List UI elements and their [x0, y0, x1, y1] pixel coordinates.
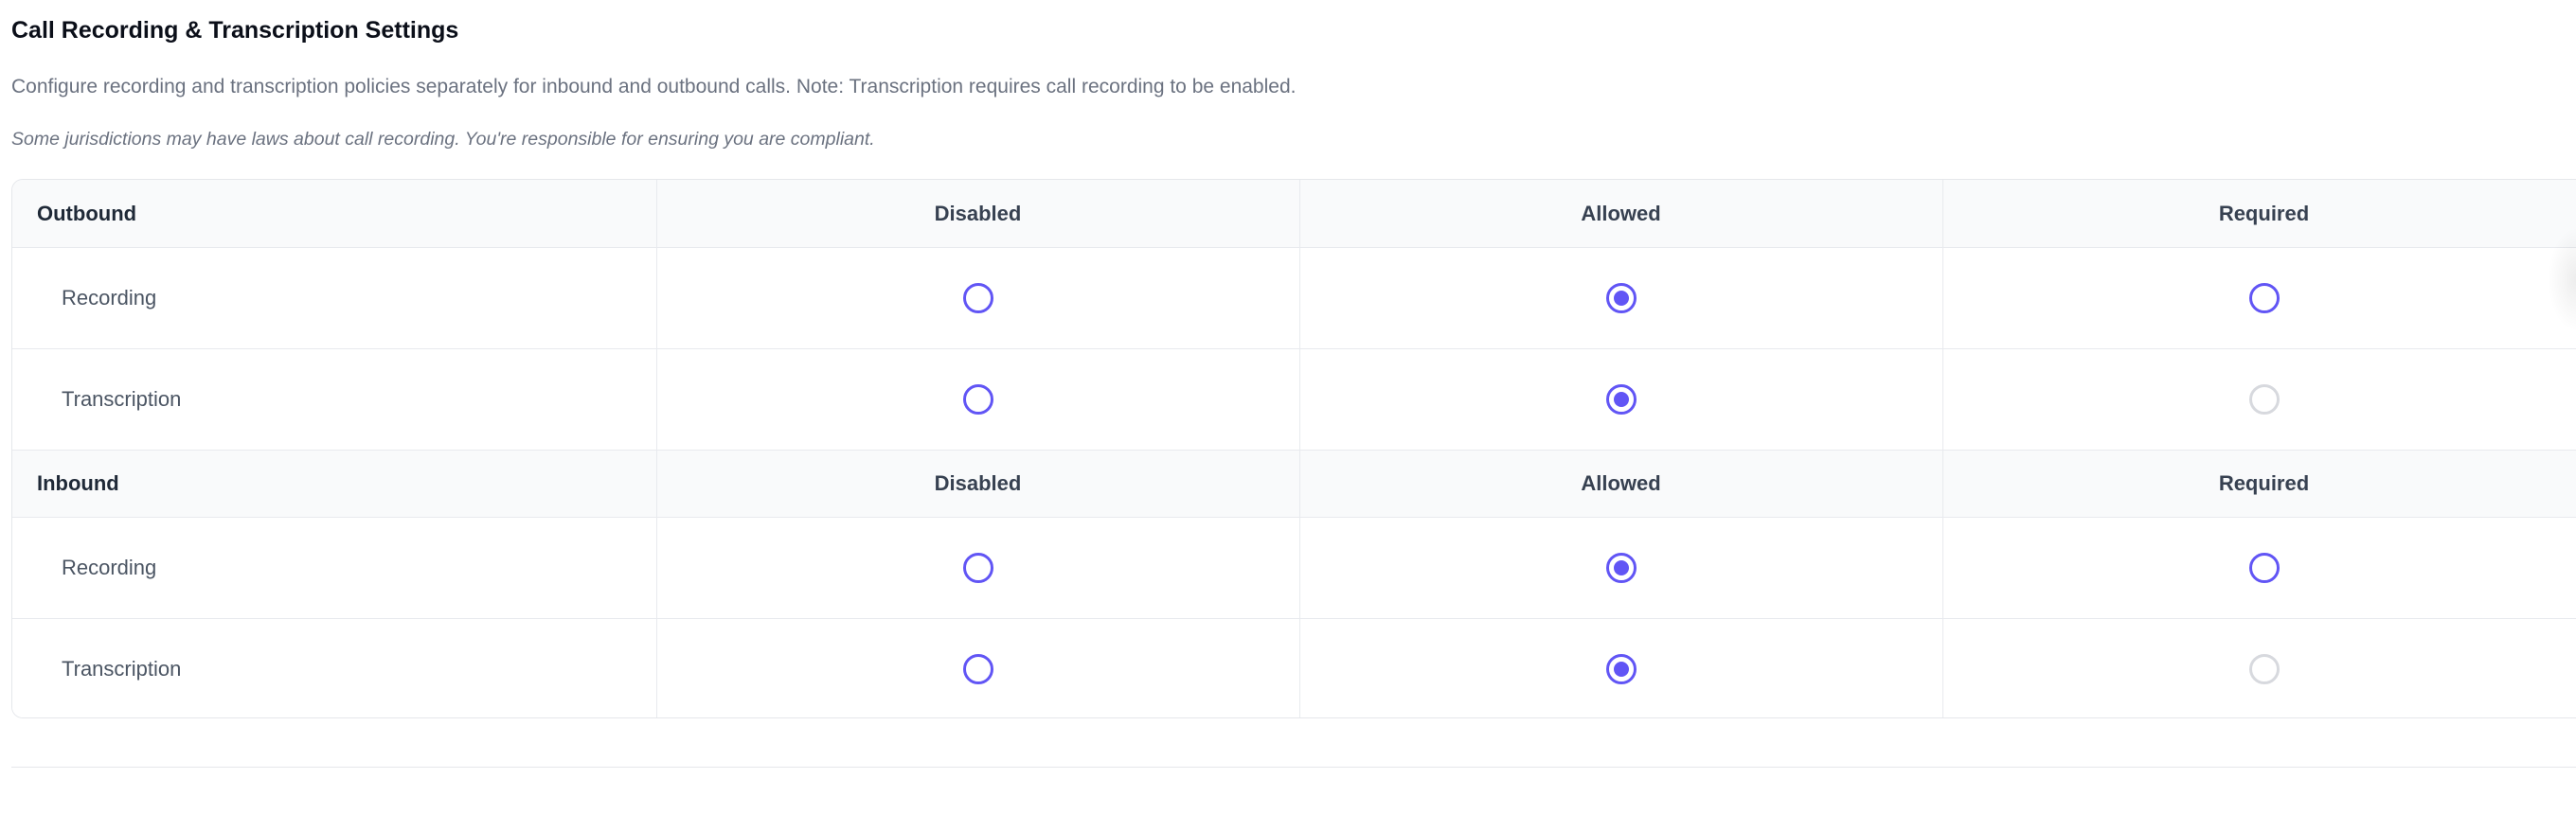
column-header-required: Required — [2218, 471, 2310, 495]
radio-inbound-recording-allowed[interactable] — [1605, 553, 1637, 583]
compliance-note: Some jurisdictions may have laws about c… — [11, 129, 875, 150]
table-row: Transcription — [12, 618, 2576, 717]
radio-outbound-recording-disabled[interactable] — [962, 283, 993, 313]
inbound-group-cell: Inbound — [12, 451, 656, 517]
table-row: Recording — [12, 247, 2576, 348]
column-header-allowed: Allowed — [1581, 471, 1661, 495]
scroll-edge-shadow — [2548, 227, 2576, 331]
column-header-disabled: Disabled — [934, 201, 1022, 225]
row-label-inbound-recording: Recording — [62, 556, 157, 579]
radio-inbound-transcription-required — [2248, 654, 2280, 684]
radio-outbound-recording-allowed[interactable] — [1605, 283, 1637, 313]
outbound-header-row: Outbound Disabled Allowed Required — [12, 180, 2576, 247]
table-row: Transcription — [12, 348, 2576, 450]
row-label-outbound-recording: Recording — [62, 286, 157, 310]
radio-outbound-transcription-allowed[interactable] — [1605, 384, 1637, 415]
radio-inbound-recording-required[interactable] — [2248, 553, 2280, 583]
policy-table: Outbound Disabled Allowed Required Recor… — [11, 179, 2576, 718]
radio-inbound-transcription-allowed[interactable] — [1605, 654, 1637, 684]
column-header-disabled: Disabled — [934, 471, 1022, 495]
table-row: Recording — [12, 517, 2576, 618]
column-header-allowed: Allowed — [1581, 201, 1661, 225]
radio-outbound-transcription-disabled[interactable] — [962, 384, 993, 415]
page-description: Configure recording and transcription po… — [11, 76, 1297, 97]
settings-page: Call Recording & Transcription Settings … — [0, 0, 2576, 814]
radio-outbound-transcription-required — [2248, 384, 2280, 415]
radio-inbound-recording-disabled[interactable] — [962, 553, 993, 583]
row-label-inbound-transcription: Transcription — [62, 657, 182, 681]
column-header-required: Required — [2218, 201, 2310, 225]
page-title: Call Recording & Transcription Settings — [11, 17, 459, 44]
outbound-group-cell: Outbound — [12, 180, 656, 247]
inbound-header-row: Inbound Disabled Allowed Required — [12, 450, 2576, 517]
radio-inbound-transcription-disabled[interactable] — [962, 654, 993, 684]
row-label-outbound-transcription: Transcription — [62, 387, 182, 411]
group-label-outbound: Outbound — [37, 201, 137, 225]
section-divider — [11, 767, 2576, 768]
group-label-inbound: Inbound — [37, 471, 119, 495]
radio-outbound-recording-required[interactable] — [2248, 283, 2280, 313]
